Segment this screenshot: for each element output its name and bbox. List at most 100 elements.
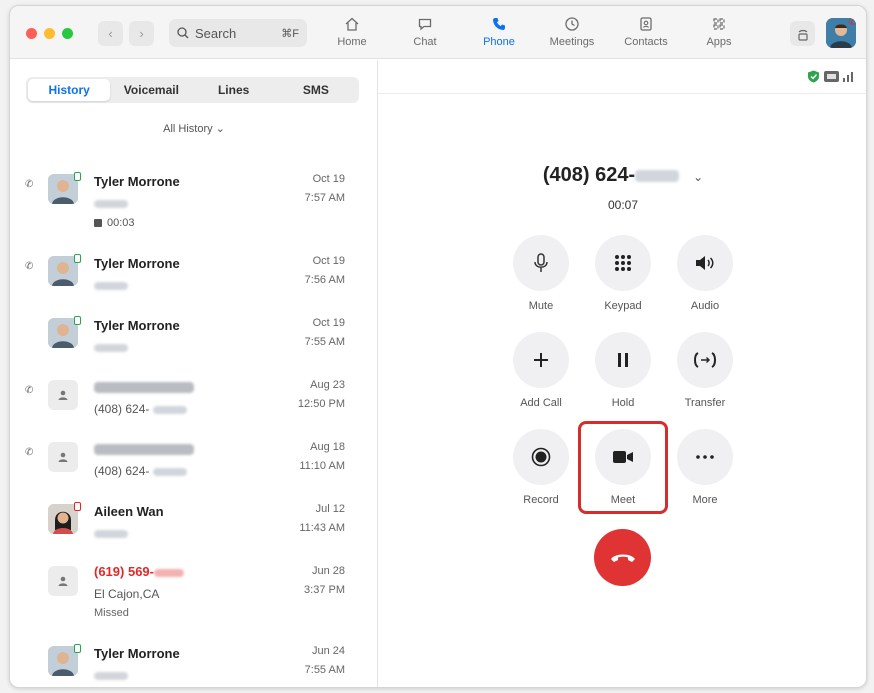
back-button[interactable]: ‹ [98,21,123,46]
chevron-left-icon: ‹ [108,26,113,41]
call-direction-icon: ✆ [25,179,34,190]
call-datetime: Jul 12 11:43 AM [299,503,345,534]
history-panel: History Voicemail Lines SMS All History … [10,60,378,687]
nav-chat-label: Chat [413,36,437,48]
history-filter-dropdown[interactable]: All History ⌄ [10,122,378,135]
zoom-window: ‹ › Search ⌘F Home Chat Phone Meetings C… [9,5,867,688]
tab-history[interactable]: History [28,79,111,101]
call-datetime: Jun 28 3:37 PM [304,565,345,596]
call-datetime: Oct 19 7:57 AM [304,173,345,204]
chat-icon [417,13,433,35]
nav-chat[interactable]: Chat [395,13,455,55]
meet-highlight-annotation [578,421,668,514]
nav-phone-label: Phone [483,36,515,48]
search-placeholder: Search [195,25,237,41]
phone-status-badge-icon: ✆ [849,18,856,28]
call-direction-icon: ✆ [25,385,34,396]
end-call-button[interactable] [594,529,651,586]
contact-name: Tyler Morrone [94,256,180,271]
call-status-indicators [807,70,856,83]
generic-contact-avatar [48,442,78,472]
clock-icon [564,13,580,35]
list-item[interactable]: ✆ (408) 624- Aug 23 12:50 PM [10,370,378,430]
voicemail-duration[interactable]: 00:03 [94,217,135,229]
nav-apps-label: Apps [706,36,732,48]
person-icon [58,576,68,586]
maximize-window-button[interactable] [62,28,73,39]
call-direction-icon: ✆ [25,261,34,272]
pause-icon [618,353,628,367]
mute-button[interactable] [513,235,569,291]
audio-label: Audio [690,300,720,312]
microphone-icon [534,253,548,272]
contact-name: Aileen Wan [94,504,164,519]
more-button[interactable] [677,429,733,485]
nav-apps[interactable]: Apps [689,13,749,55]
desk-phone-icon [797,29,808,41]
nav-contacts[interactable]: Contacts [616,13,676,55]
title-bar: ‹ › Search ⌘F Home Chat Phone Meetings C… [10,6,866,59]
tab-lines[interactable]: Lines [193,79,275,101]
caller-location: El Cajon,CA [94,587,160,601]
transfer-button[interactable] [677,332,733,388]
record-button[interactable] [513,429,569,485]
contact-number: (408) 624- [94,464,187,478]
nav-meetings[interactable]: Meetings [542,13,602,55]
contact-name: Tyler Morrone [94,174,180,189]
call-datetime: Oct 19 7:56 AM [304,255,345,286]
contact-detail-hidden [94,278,128,292]
tab-sms[interactable]: SMS [275,79,357,101]
list-item[interactable]: ✆ (408) 624- Aug 18 11:10 AM [10,432,378,492]
close-window-button[interactable] [26,28,37,39]
phone-icon [491,13,507,35]
contact-detail-hidden [94,526,128,540]
active-call-number[interactable]: (408) 624- ⌄ [378,164,866,187]
keypad-button[interactable] [595,235,651,291]
forward-button[interactable]: › [129,21,154,46]
hold-label: Hold [611,397,635,409]
missed-status: Missed [94,607,129,619]
nav-contacts-label: Contacts [624,36,668,48]
nav-phone[interactable]: Phone [469,13,529,55]
mute-label: Mute [528,300,554,312]
add-call-button[interactable] [513,332,569,388]
record-label: Record [523,494,559,506]
search-shortcut: ⌘F [281,27,299,40]
list-item[interactable]: Tyler Morrone Oct 19 7:55 AM [10,308,378,368]
generic-contact-avatar [48,380,78,410]
record-icon [531,447,551,467]
missed-caller-number: (619) 569- [94,564,184,579]
person-icon [58,390,68,400]
call-direction-icon: ✆ [25,447,34,458]
list-item[interactable]: Tyler Morrone Jun 24 7:55 AM [10,638,378,687]
phone-tabs: History Voicemail Lines SMS [26,77,359,103]
contact-name: Tyler Morrone [94,646,180,661]
audio-button[interactable] [677,235,733,291]
minimize-window-button[interactable] [44,28,55,39]
contacts-icon [638,13,654,35]
list-item[interactable]: ✆ Tyler Morrone 00:03 Oct 19 7:57 AM [10,164,378,234]
shield-check-icon [808,70,819,83]
nav-home-label: Home [337,36,367,48]
search-box[interactable]: Search ⌘F [169,19,307,47]
transfer-icon [694,352,716,368]
call-datetime: Aug 23 12:50 PM [297,379,345,410]
hang-up-icon [610,554,635,562]
divider [378,93,866,94]
hold-button[interactable] [595,332,651,388]
list-item[interactable]: ✆ Tyler Morrone Oct 19 7:56 AM [10,246,378,306]
desk-phone-button[interactable] [790,21,815,46]
tab-voicemail[interactable]: Voicemail [110,79,192,101]
user-avatar[interactable]: ✆ [826,18,856,48]
signal-strength-icon [843,72,853,82]
contact-detail-hidden [94,340,128,354]
contact-number: (408) 624- [94,402,187,416]
call-datetime: Oct 19 7:55 AM [304,317,345,348]
list-item[interactable]: (619) 569- El Cajon,CA Missed Jun 28 3:37… [10,556,378,636]
presence-indicator [74,254,81,263]
nav-home[interactable]: Home [322,13,382,55]
list-item[interactable]: Aileen Wan Jul 12 11:43 AM [10,494,378,554]
apps-icon [711,13,727,35]
chevron-right-icon: › [139,26,144,41]
call-datetime: Jun 24 7:55 AM [304,645,345,676]
